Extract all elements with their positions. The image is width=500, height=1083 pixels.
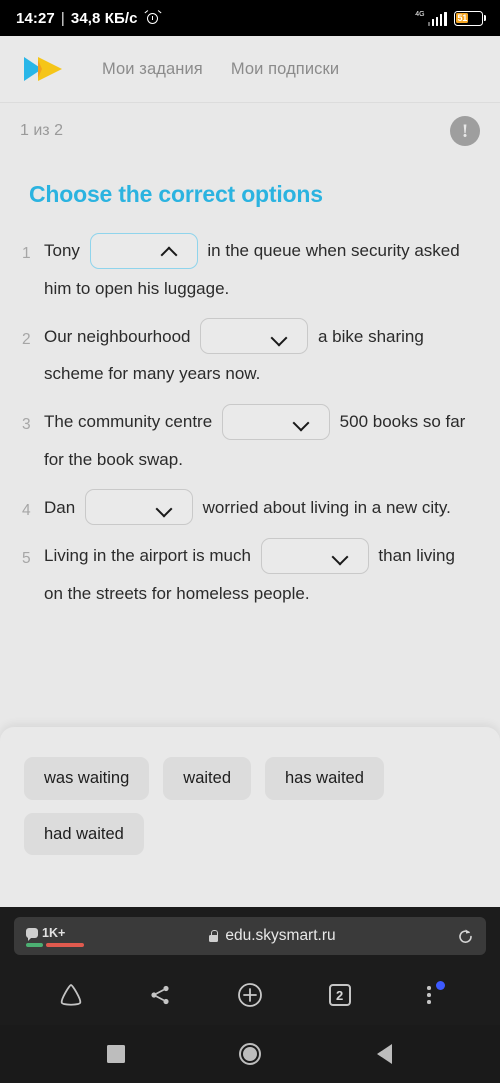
browser-toolbar: 2 bbox=[0, 965, 500, 1025]
answer-option-chip[interactable]: had waited bbox=[24, 812, 144, 855]
android-navigation-bar bbox=[0, 1025, 500, 1083]
omnibox-badge[interactable]: 1K+ bbox=[26, 926, 88, 947]
answer-dropdown-1[interactable] bbox=[89, 232, 198, 269]
chevron-down-icon bbox=[157, 500, 172, 515]
answer-dropdown-3[interactable] bbox=[221, 403, 330, 440]
page-title: Choose the correct options bbox=[29, 181, 323, 207]
status-network-speed: 34,8 КБ/с bbox=[70, 9, 138, 27]
home-icon[interactable] bbox=[53, 977, 89, 1013]
skysmart-logo-icon[interactable] bbox=[22, 54, 64, 84]
question-row: 3 The community centre 500 books so far … bbox=[22, 403, 478, 478]
question-body: Our neighbourhood a bike sharing scheme … bbox=[44, 318, 478, 393]
status-time: 14:27 bbox=[16, 9, 55, 27]
chevron-down-icon bbox=[333, 548, 348, 563]
question-text-before: Living in the airport is much bbox=[44, 546, 251, 566]
question-text-before: Dan bbox=[44, 497, 76, 517]
alarm-clock-icon bbox=[144, 10, 162, 25]
menu-update-badge bbox=[436, 981, 446, 990]
question-number: 3 bbox=[22, 416, 31, 434]
status-bar-left: 14:27 | 34,8 КБ/с bbox=[16, 9, 162, 27]
question-text-before: Our neighbourhood bbox=[44, 326, 191, 346]
question-text-before: Tony bbox=[44, 241, 80, 260]
tab-count-label: 2 bbox=[328, 984, 351, 1006]
battery-icon: 51 bbox=[453, 10, 486, 26]
signal-icon: 4G bbox=[415, 10, 447, 26]
task-content: Choose the correct options 1 Tony in the… bbox=[0, 159, 500, 907]
question-number: 5 bbox=[22, 550, 31, 568]
share-icon[interactable] bbox=[142, 977, 178, 1013]
site-header: Мои задания Мои подписки bbox=[0, 36, 500, 103]
answer-dropdown-4[interactable] bbox=[84, 489, 193, 526]
nav-item-my-tasks[interactable]: Мои задания bbox=[102, 60, 203, 79]
tab-switcher-icon[interactable]: 2 bbox=[322, 977, 358, 1013]
omnibox-url-group: edu.skysmart.ru bbox=[88, 927, 457, 945]
question-body: Dan worried about living in a new city. bbox=[44, 489, 478, 527]
nav-item-my-subscriptions[interactable]: Мои подписки bbox=[231, 60, 339, 79]
browser-address-bar: 1K+ edu.skysmart.ru bbox=[0, 907, 500, 965]
question-body: Living in the airport is much than livin… bbox=[44, 537, 478, 612]
answer-option-chip[interactable]: was waiting bbox=[24, 757, 150, 800]
question-row: 1 Tony in the queue when security asked … bbox=[22, 232, 478, 307]
question-number: 1 bbox=[22, 245, 31, 262]
question-number: 4 bbox=[22, 501, 31, 519]
comment-count-label: 1K+ bbox=[42, 925, 66, 940]
speech-bubble-icon bbox=[26, 927, 38, 941]
question-text-after: worried about living in a new city. bbox=[202, 497, 451, 517]
progress-row: 1 из 2 ! bbox=[0, 103, 500, 159]
question-row: 4 Dan worried about living in a new city… bbox=[22, 489, 478, 527]
chevron-down-icon bbox=[294, 414, 309, 429]
status-bar: 14:27 | 34,8 КБ/с 4G 51 bbox=[0, 0, 500, 36]
question-row: 2 Our neighbourhood a bike sharing schem… bbox=[22, 318, 478, 393]
question-number: 2 bbox=[22, 330, 31, 348]
new-tab-plus-icon[interactable] bbox=[232, 977, 268, 1013]
chevron-down-icon bbox=[272, 329, 287, 344]
answer-options-panel: was waiting waited has waited had waited bbox=[0, 727, 500, 907]
question-body: The community centre 500 books so far fo… bbox=[44, 403, 478, 478]
question-row: 5 Living in the airport is much than liv… bbox=[22, 537, 478, 612]
chevron-up-icon bbox=[162, 243, 177, 258]
answer-dropdown-2[interactable] bbox=[200, 318, 309, 355]
url-text: edu.skysmart.ru bbox=[225, 927, 336, 944]
overflow-menu-icon[interactable] bbox=[411, 977, 447, 1013]
lock-icon bbox=[209, 930, 219, 942]
exclamation-circle-icon[interactable]: ! bbox=[450, 116, 480, 146]
reload-icon[interactable] bbox=[457, 928, 474, 945]
status-bar-right: 4G 51 bbox=[415, 10, 486, 26]
answer-option-chip[interactable]: waited bbox=[163, 757, 251, 800]
answer-option-chip[interactable]: has waited bbox=[265, 757, 384, 800]
answer-dropdown-5[interactable] bbox=[260, 537, 369, 574]
question-body: Tony in the queue when security asked hi… bbox=[44, 232, 478, 307]
question-list: 1 Tony in the queue when security asked … bbox=[22, 232, 478, 612]
phone-screen: 14:27 | 34,8 КБ/с 4G 51 Мои задания Мои … bbox=[0, 0, 500, 1083]
omnibox[interactable]: 1K+ edu.skysmart.ru bbox=[14, 917, 486, 955]
omnibox-rating-bars bbox=[26, 942, 88, 947]
signal-bars-icon bbox=[427, 11, 447, 26]
header-nav: Мои задания Мои подписки bbox=[102, 60, 339, 79]
question-text-before: The community centre bbox=[44, 412, 213, 432]
progress-indicator: 1 из 2 bbox=[20, 122, 63, 139]
status-separator: | bbox=[60, 9, 65, 27]
network-type-label: 4G bbox=[415, 10, 425, 18]
recents-square-icon[interactable] bbox=[99, 1037, 133, 1071]
battery-level-label: 51 bbox=[457, 13, 468, 23]
home-circle-icon[interactable] bbox=[233, 1037, 267, 1071]
back-triangle-icon[interactable] bbox=[367, 1037, 401, 1071]
